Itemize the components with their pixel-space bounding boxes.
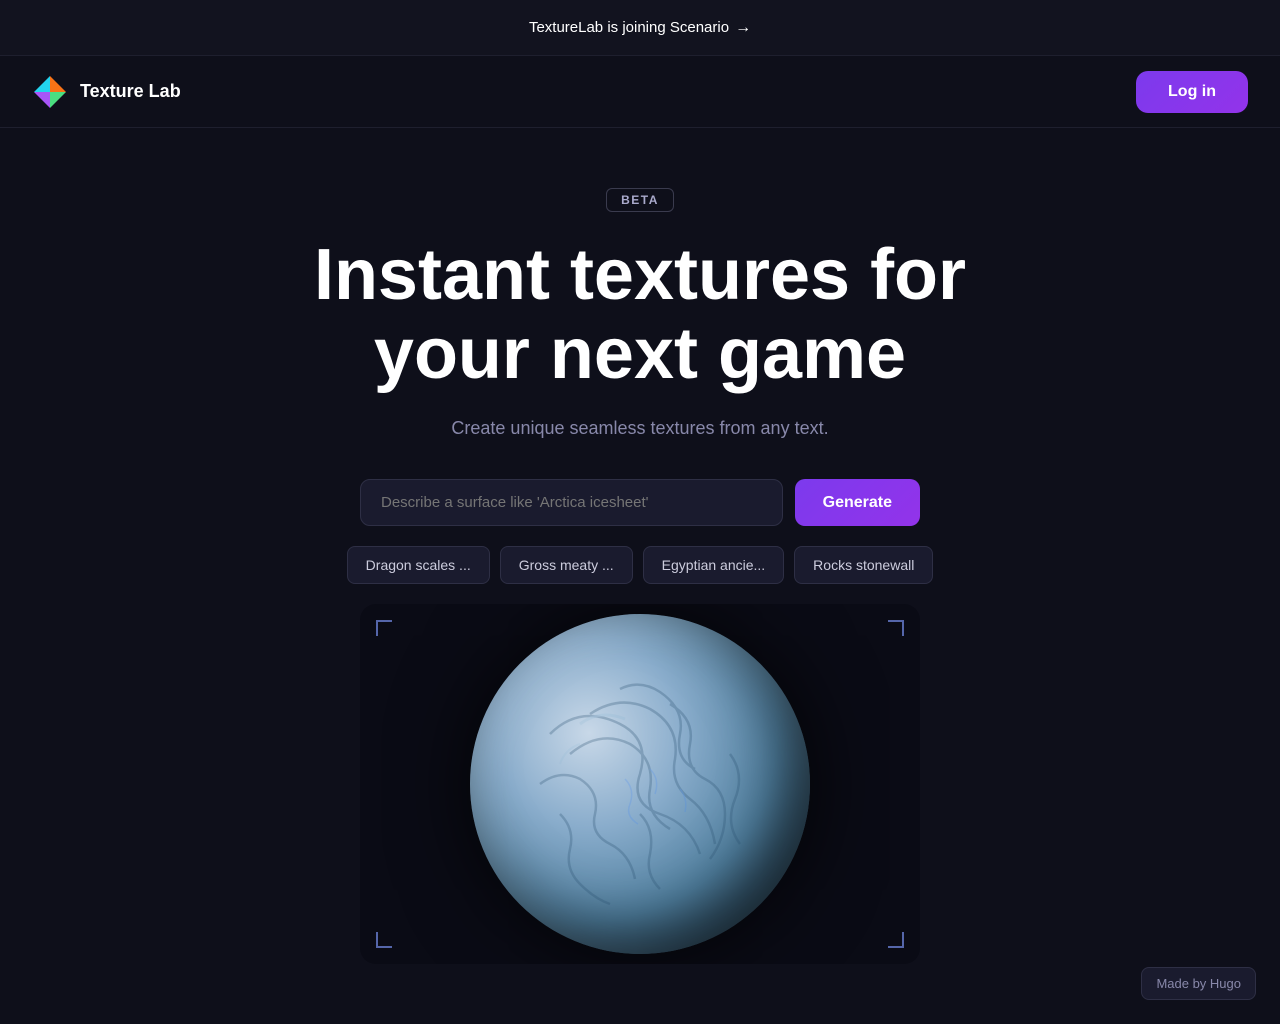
preview-card	[360, 604, 920, 964]
sphere-texture-overlay	[470, 614, 810, 954]
navbar-brand: Texture Lab	[32, 74, 181, 110]
search-input[interactable]	[360, 479, 783, 526]
hero-title-line1: Instant textures for	[314, 235, 966, 315]
chip-gross-meaty[interactable]: Gross meaty ...	[500, 546, 633, 584]
chip-egyptian[interactable]: Egyptian ancie...	[643, 546, 785, 584]
announcement-arrow-icon: →	[735, 19, 751, 37]
beta-badge: BETA	[606, 188, 674, 212]
hero-title-line2: your next game	[374, 314, 906, 394]
navbar: Texture Lab Log in	[0, 56, 1280, 128]
chip-rocks-stonewall[interactable]: Rocks stonewall	[794, 546, 933, 584]
generate-button[interactable]: Generate	[795, 479, 920, 526]
chip-dragon-scales[interactable]: Dragon scales ...	[347, 546, 490, 584]
brand-logo-icon	[32, 74, 68, 110]
hero-title: Instant textures for your next game	[314, 236, 966, 394]
announcement-text: TextureLab is joining Scenario →	[529, 19, 751, 37]
brand-name: Texture Lab	[80, 81, 181, 102]
main-content: BETA Instant textures for your next game…	[0, 128, 1280, 964]
chips-row: Dragon scales ... Gross meaty ... Egypti…	[347, 546, 934, 584]
sphere-body	[470, 614, 810, 954]
corner-bracket-br	[888, 932, 904, 948]
corner-bracket-tl	[376, 620, 392, 636]
made-by-footer: Made by Hugo	[1141, 967, 1256, 1000]
login-button[interactable]: Log in	[1136, 71, 1248, 113]
announcement-bar[interactable]: TextureLab is joining Scenario →	[0, 0, 1280, 56]
corner-bracket-bl	[376, 932, 392, 948]
announcement-message: TextureLab is joining Scenario	[529, 19, 729, 36]
corner-bracket-tr	[888, 620, 904, 636]
search-row: Generate	[360, 479, 920, 526]
hero-subtitle: Create unique seamless textures from any…	[451, 418, 828, 439]
texture-sphere	[470, 614, 810, 954]
